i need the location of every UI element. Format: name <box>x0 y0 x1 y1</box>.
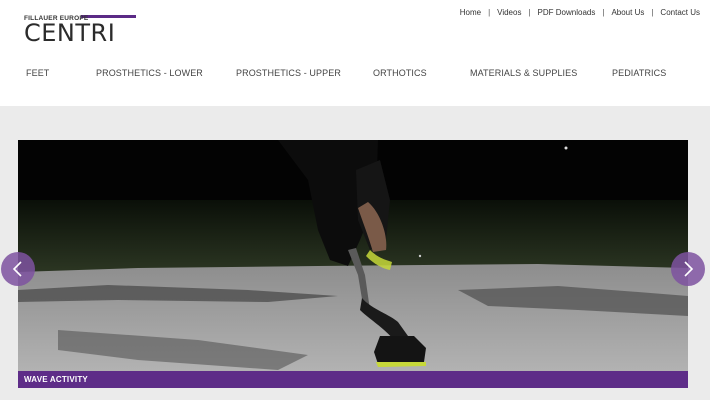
site-header: FILLAUER EUROPE CENTRI Home | Videos | P… <box>0 0 710 106</box>
slide-caption-bar: WAVE ACTIVITY <box>18 371 688 388</box>
nav-item-orthotics[interactable]: ORTHOTICS <box>373 68 427 78</box>
utility-nav: Home | Videos | PDF Downloads | About Us… <box>460 6 700 18</box>
logo-title: CENTRI <box>24 19 116 47</box>
util-link-about-us[interactable]: About Us <box>611 8 644 17</box>
slider-next-button[interactable] <box>671 252 705 286</box>
slide-image <box>18 140 688 388</box>
util-link-contact-us[interactable]: Contact Us <box>660 8 700 17</box>
util-link-home[interactable]: Home <box>460 8 481 17</box>
util-separator: | <box>651 7 654 17</box>
nav-item-pediatrics[interactable]: PEDIATRICS <box>612 68 666 78</box>
nav-item-prosthetics-lower[interactable]: PROSTHETICS - LOWER <box>96 68 203 78</box>
slider-prev-button[interactable] <box>1 252 35 286</box>
hero-slider[interactable] <box>18 140 688 388</box>
util-separator: | <box>528 7 531 17</box>
chevron-left-icon <box>12 261 22 277</box>
util-separator: | <box>488 7 491 17</box>
logo-accent-bar <box>81 15 136 18</box>
util-separator: | <box>602 7 605 17</box>
slide-caption: WAVE ACTIVITY <box>24 375 88 384</box>
nav-item-prosthetics-upper[interactable]: PROSTHETICS - UPPER <box>236 68 341 78</box>
nav-item-feet[interactable]: FEET <box>26 68 49 78</box>
util-link-pdf-downloads[interactable]: PDF Downloads <box>538 8 596 17</box>
util-link-videos[interactable]: Videos <box>497 8 521 17</box>
centri-logo[interactable]: FILLAUER EUROPE CENTRI <box>24 14 136 47</box>
chevron-right-icon <box>684 261 694 277</box>
main-nav: FEET PROSTHETICS - LOWER PROSTHETICS - U… <box>0 68 710 82</box>
nav-item-materials-supplies[interactable]: MATERIALS & SUPPLIES <box>470 68 577 78</box>
